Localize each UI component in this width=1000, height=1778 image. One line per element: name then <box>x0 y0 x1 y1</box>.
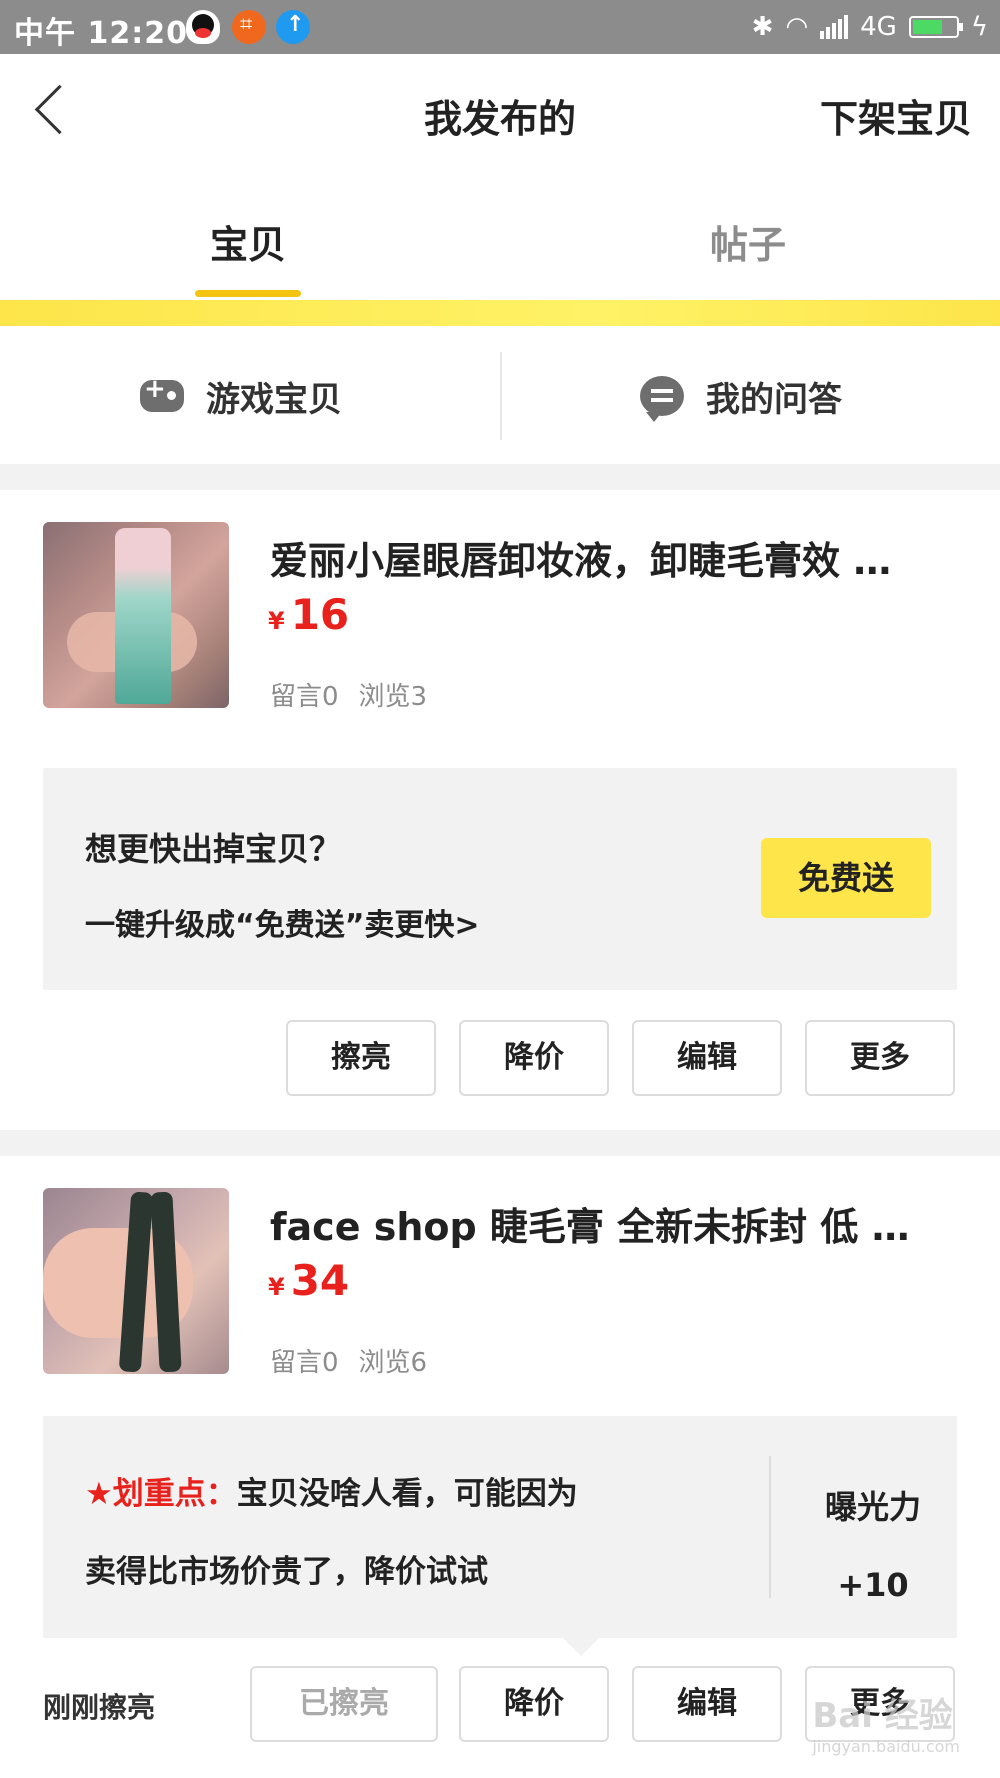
game-items-link[interactable]: 游戏宝贝 <box>140 374 342 420</box>
item-price: ¥34 <box>268 1256 349 1305</box>
screenshot-notification-icon <box>232 10 266 44</box>
exposure-value: +10 <box>837 1566 909 1604</box>
view-count: 浏览3 <box>358 682 428 712</box>
item-price: ¥16 <box>268 590 349 639</box>
edit-button[interactable]: 编辑 <box>632 1666 782 1742</box>
header: 我发布的 下架宝贝 <box>0 54 1000 174</box>
tab-bar: 宝贝 帖子 <box>0 174 1000 300</box>
exposure-label: 曝光力 <box>824 1488 921 1526</box>
item-title[interactable]: 爱丽小屋眼唇卸妆液，卸睫毛膏效 … <box>270 530 950 585</box>
tip-caret <box>563 1638 599 1656</box>
qq-notification-icon <box>186 10 220 44</box>
signal-icon <box>820 15 849 39</box>
promo-upgrade-link[interactable]: 一键升级成“免费送”卖更快> <box>85 900 480 944</box>
bottle-shape <box>115 528 171 704</box>
reduce-price-button[interactable]: 降价 <box>459 1666 609 1742</box>
item-actions: 擦亮 降价 编辑 更多 <box>0 1020 1000 1096</box>
promo-question: 想更快出掉宝贝？ <box>85 830 342 868</box>
price-symbol: ¥ <box>268 607 285 635</box>
listing-item: face shop 睫毛膏 全新未拆封 低 … ¥34 留言0 浏览6 ★划重点：… <box>0 1156 1000 1778</box>
reduce-price-button[interactable]: 降价 <box>459 1020 609 1096</box>
tab-posts[interactable]: 帖子 <box>638 214 858 269</box>
bluetooth-icon: ✱ <box>751 12 774 42</box>
subnav-divider <box>500 352 502 440</box>
status-indicators: ✱ ◠ 4G ϟ <box>752 10 988 44</box>
comment-count: 留言0 <box>270 1348 339 1378</box>
comment-count: 留言0 <box>270 682 339 712</box>
price-symbol: ¥ <box>268 1273 285 1301</box>
tip-highlight: ★划重点： <box>85 1476 237 1512</box>
tip-text-2: 卖得比市场价贵了，降价试试 <box>85 1554 488 1590</box>
my-qa-label: 我的问答 <box>706 379 842 420</box>
edit-button[interactable]: 编辑 <box>632 1020 782 1096</box>
more-button[interactable]: 更多 <box>805 1020 955 1096</box>
price-value: 16 <box>290 590 350 639</box>
status-time: 中午 12:20 <box>14 16 188 51</box>
item-stats: 留言0 浏览6 <box>270 1342 447 1379</box>
status-bar: 中午 12:20 ✱ ◠ 4G ϟ <box>0 0 1000 54</box>
upload-notification-icon <box>276 10 310 44</box>
subnav: 游戏宝贝 我的问答 <box>0 326 1000 464</box>
watermark-text: Bai 经验 <box>812 1696 953 1736</box>
gamepad-icon <box>140 374 184 412</box>
mascara-shape <box>150 1191 182 1373</box>
exposure-indicator: 曝光力 +10 <box>803 1468 943 1624</box>
tip-text: 宝贝没啥人看，可能因为 <box>236 1476 578 1512</box>
promo-banner[interactable]: 想更快出掉宝贝？ 一键升级成“免费送”卖更快> 免费送 <box>43 768 957 990</box>
item-title[interactable]: face shop 睫毛膏 全新未拆封 低 … <box>270 1196 950 1251</box>
item-stats: 留言0 浏览3 <box>270 676 447 713</box>
charging-icon: ϟ <box>970 12 988 42</box>
section-gap <box>0 464 1000 490</box>
battery-level <box>912 20 942 34</box>
polished-button[interactable]: 已擦亮 <box>250 1666 438 1742</box>
item-thumbnail[interactable] <box>43 1188 229 1374</box>
my-qa-link[interactable]: 我的问答 <box>640 374 842 422</box>
wifi-icon: ◠ <box>785 12 809 42</box>
chat-bubble-icon <box>640 376 684 422</box>
listing-item: 爱丽小屋眼唇卸妆液，卸睫毛膏效 … ¥16 留言0 浏览3 想更快出掉宝贝？ 一键… <box>0 490 1000 1130</box>
game-items-label: 游戏宝贝 <box>206 379 342 420</box>
network-type: 4G <box>860 12 897 42</box>
free-giveaway-button[interactable]: 免费送 <box>761 838 931 918</box>
view-count: 浏览6 <box>358 1348 428 1378</box>
price-value: 34 <box>290 1256 350 1305</box>
watermark-url: jingyan.baidu.com <box>812 1737 960 1756</box>
yellow-divider-band <box>0 300 1000 326</box>
item-thumbnail[interactable] <box>43 522 229 708</box>
polish-button[interactable]: 擦亮 <box>286 1020 436 1096</box>
price-tip-box: ★划重点：宝贝没啥人看，可能因为 卖得比市场价贵了，降价试试 曝光力 +10 <box>43 1416 957 1656</box>
polish-status-label: 刚刚擦亮 <box>43 1691 156 1724</box>
tab-items[interactable]: 宝贝 <box>138 214 358 269</box>
section-gap <box>0 1130 1000 1156</box>
active-tab-indicator <box>195 290 301 297</box>
battery-icon <box>908 16 963 38</box>
tip-line: ★划重点：宝贝没啥人看，可能因为 <box>85 1468 578 1513</box>
watermark: Bai 经验 jingyan.baidu.com <box>812 1688 960 1756</box>
delist-items-button[interactable]: 下架宝贝 <box>820 88 972 143</box>
tip-divider <box>769 1456 771 1598</box>
